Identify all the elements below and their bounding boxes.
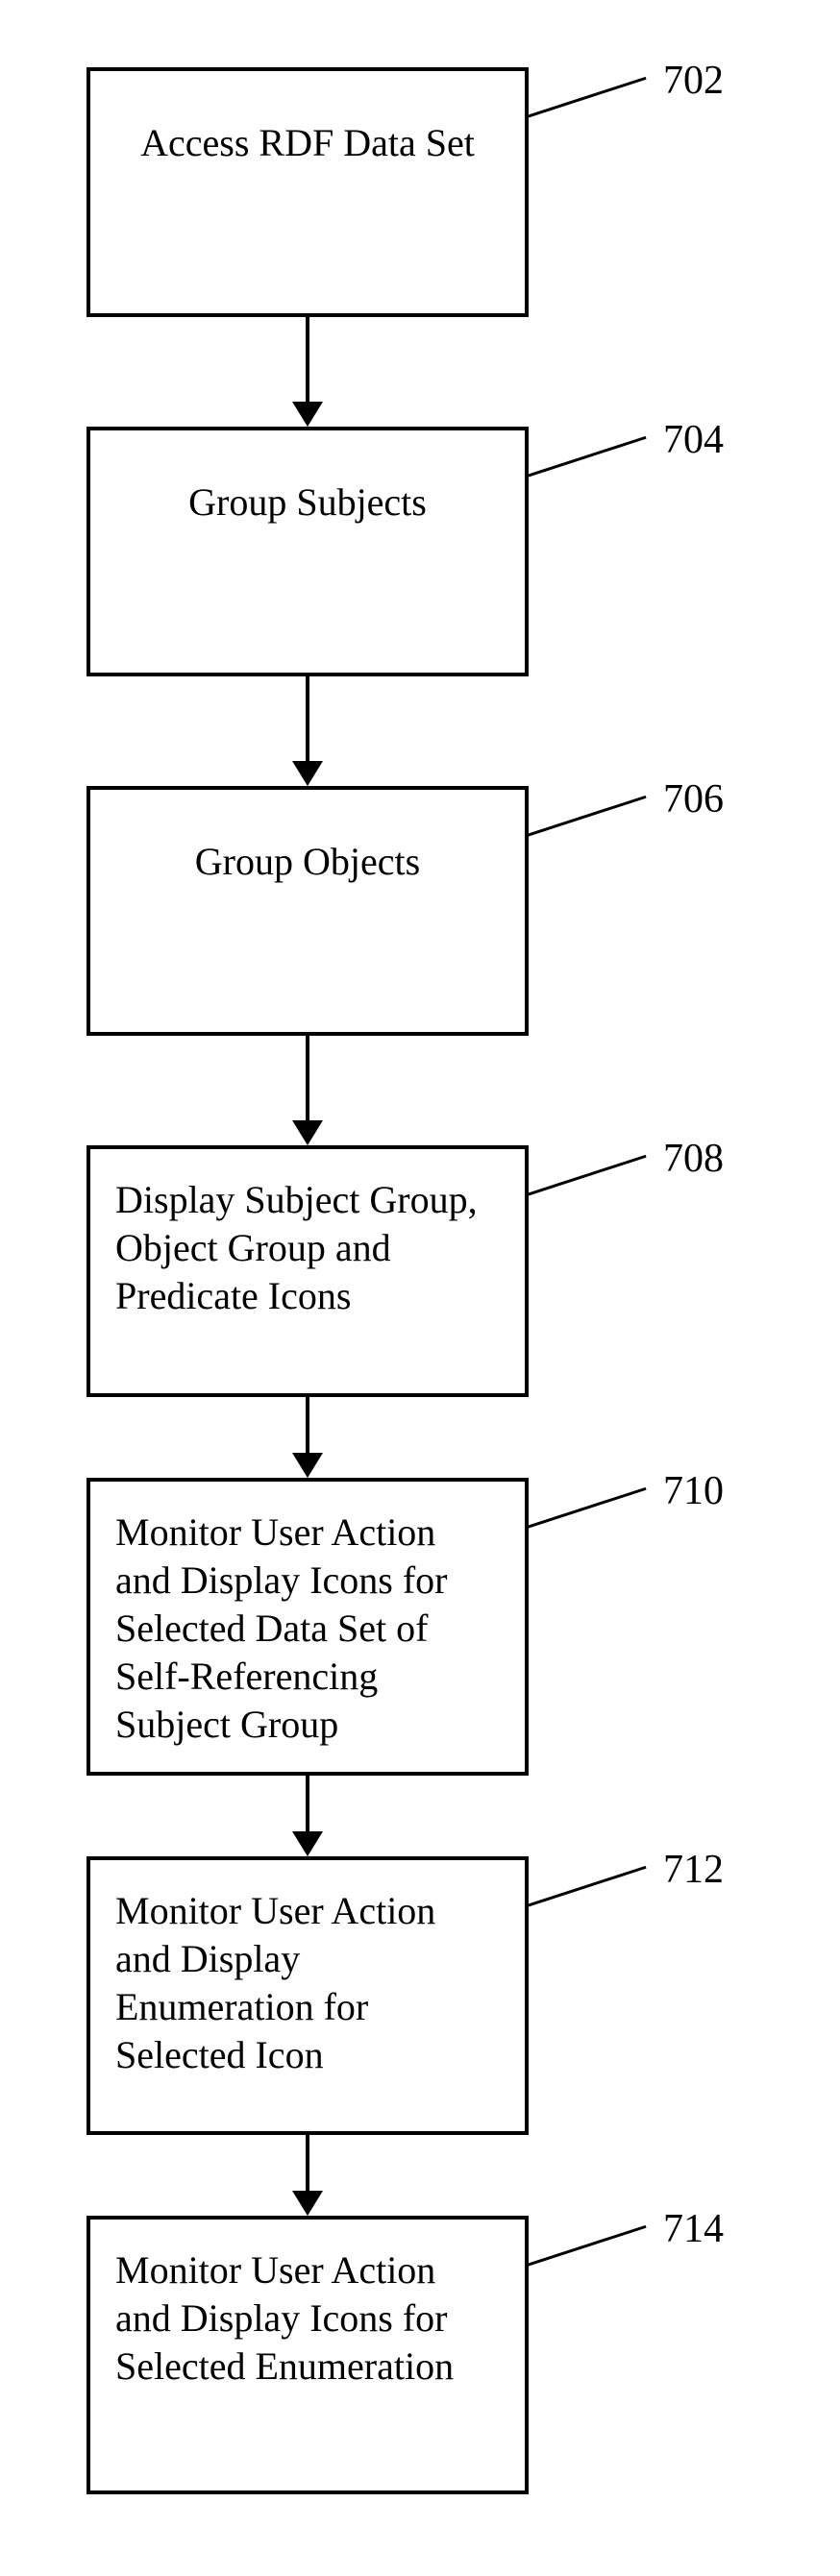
step-text: Group Objects (195, 838, 420, 886)
arrow-line (306, 2135, 309, 2193)
step-text: Monitor User Action and Display Icons fo… (115, 1510, 447, 1746)
step-label-702: 702 (663, 58, 724, 104)
arrow-line (306, 317, 309, 404)
step-text: Group Subjects (188, 478, 427, 527)
arrow-head-icon (292, 402, 323, 427)
arrow-line (306, 676, 309, 763)
arrow-line (306, 1776, 309, 1833)
flowchart: Access RDF Data Set 702 Group Subjects 7… (0, 0, 840, 2576)
step-708: Display Subject Group, Object Group and … (86, 1145, 529, 1397)
arrow-line (306, 1397, 309, 1455)
leader-714 (527, 2225, 647, 2267)
leader-706 (527, 796, 647, 837)
step-label-704: 704 (663, 417, 724, 463)
step-712: Monitor User Action and Display Enumerat… (86, 1856, 529, 2135)
step-text: Monitor User Action and Display Enumerat… (115, 1889, 435, 2076)
step-text: Access RDF Data Set (140, 119, 475, 167)
arrow-head-icon (292, 2191, 323, 2216)
step-label-710: 710 (663, 1468, 724, 1514)
step-label-714: 714 (663, 2206, 724, 2252)
arrow-head-icon (292, 1831, 323, 1856)
arrow-line (306, 1036, 309, 1122)
step-714: Monitor User Action and Display Icons fo… (86, 2216, 529, 2494)
arrow-head-icon (292, 1453, 323, 1478)
leader-704 (527, 436, 647, 478)
step-702: Access RDF Data Set (86, 67, 529, 317)
step-text: Display Subject Group, Object Group and … (115, 1178, 478, 1317)
step-text: Monitor User Action and Display Icons fo… (115, 2248, 454, 2388)
leader-702 (527, 77, 647, 118)
arrow-head-icon (292, 1120, 323, 1145)
step-710: Monitor User Action and Display Icons fo… (86, 1478, 529, 1776)
step-label-712: 712 (663, 1847, 724, 1893)
arrow-head-icon (292, 761, 323, 786)
step-label-708: 708 (663, 1136, 724, 1182)
leader-710 (527, 1487, 647, 1529)
step-704: Group Subjects (86, 427, 529, 676)
leader-708 (527, 1155, 647, 1196)
leader-712 (527, 1866, 647, 1907)
step-label-706: 706 (663, 776, 724, 822)
step-706: Group Objects (86, 786, 529, 1036)
